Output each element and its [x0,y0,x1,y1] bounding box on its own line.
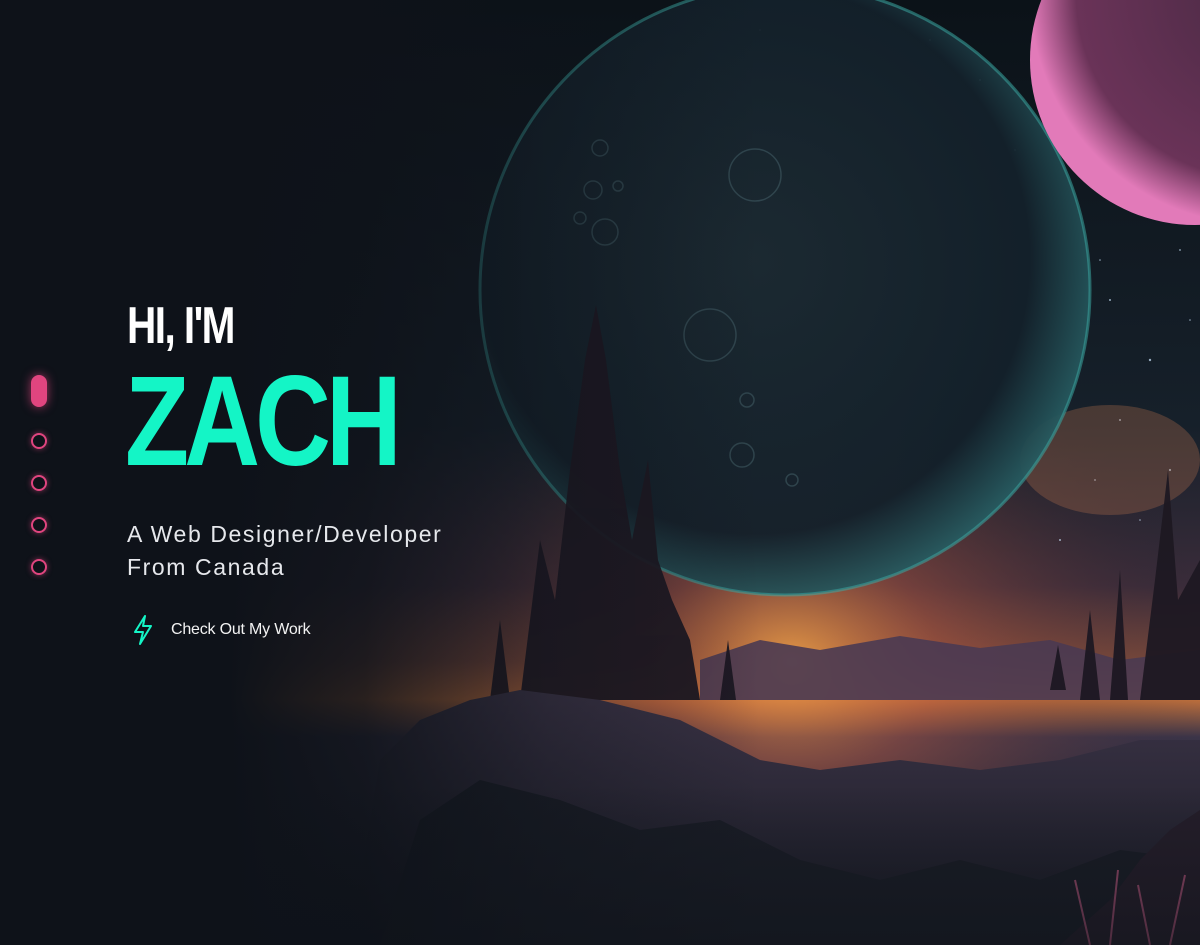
check-out-work-label: Check Out My Work [171,621,311,638]
hero-tagline-line-1: A Web Designer/Developer [127,521,443,547]
section-nav-dot-3[interactable] [31,475,47,491]
section-nav-dot-1[interactable] [31,375,47,407]
section-nav [30,375,48,575]
section-nav-dot-4[interactable] [31,517,47,533]
check-out-work-button[interactable]: Check Out My Work [131,614,311,646]
hero-name: ZACH [125,350,402,493]
section-nav-dot-5[interactable] [31,559,47,575]
section-nav-dot-2[interactable] [31,433,47,449]
hero-section: HI, I'M ZACH A Web Designer/Developer Fr… [0,0,1200,945]
lightning-bolt-icon [134,615,152,645]
hero-greeting: HI, I'M [127,297,235,355]
hero-tagline: A Web Designer/Developer From Canada [127,518,442,584]
hero-tagline-line-2: From Canada [127,554,286,580]
bottom-gradient-overlay [0,785,1200,945]
